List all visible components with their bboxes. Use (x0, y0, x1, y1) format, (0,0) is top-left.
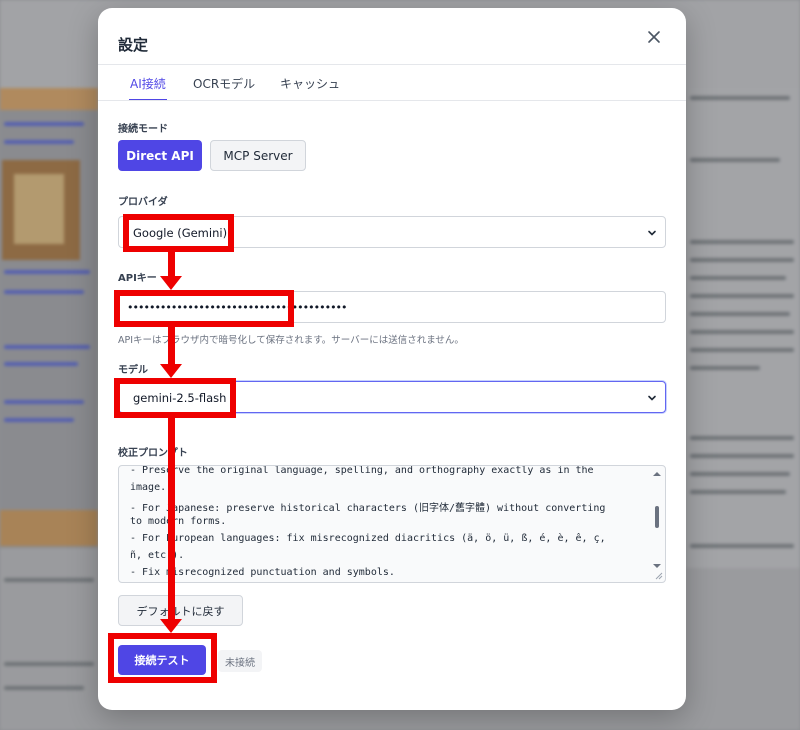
background-line (4, 362, 78, 366)
prompt-scrollbar[interactable] (651, 470, 661, 578)
background-line (690, 96, 790, 100)
background-line (690, 544, 794, 548)
background-line (690, 490, 786, 494)
annotation-box-model (114, 378, 236, 418)
background-line (690, 454, 794, 458)
background-line (4, 578, 94, 582)
provider-label: プロバイダ (118, 197, 168, 208)
background-line (4, 345, 90, 349)
background-line (690, 158, 780, 162)
api-key-label: APIキー (118, 273, 157, 284)
prompt-line: - For European languages: fix misrecogni… (130, 533, 606, 544)
model-label: モデル (118, 365, 148, 376)
tabs-divider (98, 100, 686, 101)
scroll-down-icon[interactable] (652, 562, 662, 570)
background-line (690, 258, 794, 262)
dialog-title: 設定 (118, 36, 149, 54)
mcp-server-button[interactable]: MCP Server (210, 140, 306, 171)
annotation-arrow-head (160, 619, 182, 633)
background-line (690, 348, 794, 352)
header-divider (98, 64, 686, 65)
prompt-line: - For Japanese: preserve historical char… (130, 503, 606, 514)
prompt-line: ñ, etc.). (130, 550, 185, 561)
scroll-thumb[interactable] (655, 506, 659, 528)
chevron-down-icon (648, 395, 656, 401)
annotation-box-connection-test (108, 633, 217, 683)
background-line (690, 436, 794, 440)
annotation-box-api-key (114, 290, 294, 327)
direct-api-button[interactable]: Direct API (118, 140, 202, 171)
annotation-arrow-head (160, 276, 182, 290)
tab-ai-connection[interactable]: AI接続 (129, 75, 167, 101)
annotation-arrow-head (160, 364, 182, 378)
background-book-strip (0, 88, 98, 110)
annotation-box-provider (123, 214, 234, 252)
close-icon[interactable] (644, 27, 664, 47)
annotation-arrow-shaft (168, 418, 175, 620)
background-line (690, 472, 790, 476)
background-line (4, 290, 84, 294)
background-line (4, 418, 74, 422)
scroll-up-icon[interactable] (652, 470, 662, 478)
connection-mode-label: 接続モード (118, 124, 168, 135)
annotation-arrow-shaft (168, 327, 175, 364)
prompt-line: - Preserve the original language, spelli… (130, 465, 594, 476)
resize-handle-icon[interactable] (655, 572, 663, 580)
background-line (690, 276, 786, 280)
status-badge: 未接続 (218, 650, 262, 672)
background-line (690, 330, 794, 334)
background-line (4, 686, 84, 690)
background-line (4, 122, 84, 126)
background-line (690, 366, 760, 370)
background-line (690, 240, 794, 244)
prompt-textarea[interactable]: - Preserve the original language, spelli… (118, 465, 666, 583)
background-line (4, 662, 94, 666)
chevron-down-icon (648, 230, 656, 236)
annotation-arrow-shaft (168, 252, 175, 276)
background-photo-detail (14, 174, 64, 244)
background-image-panel (0, 88, 98, 548)
background-line (4, 400, 84, 404)
prompt-line: image. (130, 482, 167, 493)
background-line (690, 312, 790, 316)
prompt-line: to modern forms. (130, 516, 227, 527)
tab-cache[interactable]: キャッシュ (280, 75, 340, 101)
settings-tabs: AI接続 OCRモデル キャッシュ (98, 68, 686, 101)
settings-dialog: 設定 AI接続 OCRモデル キャッシュ 接続モード Direct API MC… (98, 8, 686, 710)
background-line (4, 270, 90, 274)
prompt-label: 校正プロンプト (118, 448, 188, 459)
tab-ocr-model[interactable]: OCRモデル (193, 75, 255, 101)
background-line (4, 140, 74, 144)
background-book-bottom (0, 510, 98, 546)
background-line (690, 294, 794, 298)
